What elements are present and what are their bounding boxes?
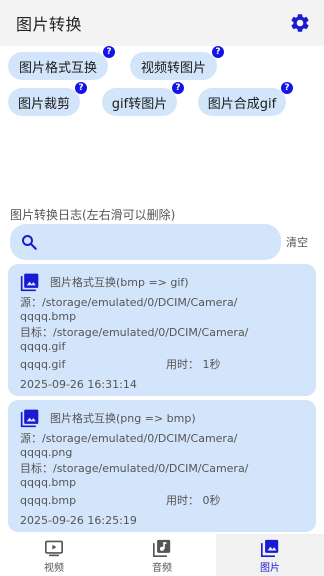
- log-entry-card[interactable]: 图片格式互换(png => bmp) 源：/storage/emulated/0…: [8, 400, 316, 532]
- duration: 用时： 1秒: [166, 358, 221, 371]
- source-file: qqqq.png: [20, 446, 73, 459]
- search-input[interactable]: [48, 234, 268, 250]
- nav-label: 图片: [260, 563, 280, 574]
- help-icon[interactable]: ?: [212, 46, 224, 58]
- target-path: /storage/emulated/0/DCIM/Camera/: [53, 326, 249, 339]
- timestamp: 2025-09-26 16:25:19: [20, 514, 137, 527]
- output-name: qqqq.bmp: [20, 494, 77, 507]
- feature-crop-button[interactable]: 图片裁剪 ?: [8, 82, 87, 116]
- log-title: 图片转换日志(左右滑可以删除): [10, 208, 176, 222]
- feature-label: 图片裁剪: [17, 96, 70, 112]
- help-icon[interactable]: ?: [103, 46, 115, 58]
- target-label: 目标：: [20, 462, 53, 475]
- feature-label: gif转图片: [111, 96, 168, 112]
- nav-item-audio[interactable]: 音频: [108, 534, 216, 576]
- image-icon: [261, 539, 279, 557]
- duration: 用时： 0秒: [166, 494, 221, 507]
- nav-item-video[interactable]: 视频: [0, 534, 108, 576]
- image-icon: [20, 273, 39, 292]
- output-name: qqqq.gif: [20, 358, 66, 371]
- feature-gif-to-image-button[interactable]: gif转图片 ?: [102, 82, 184, 116]
- image-icon: [20, 409, 39, 428]
- search-icon: [22, 235, 37, 250]
- target-label: 目标：: [20, 326, 53, 339]
- help-icon[interactable]: ?: [75, 82, 87, 94]
- settings-button[interactable]: [288, 11, 312, 35]
- source-file: qqqq.bmp: [20, 310, 77, 323]
- music-icon: [153, 539, 171, 557]
- app-title: 图片转换: [16, 15, 83, 34]
- clear-button[interactable]: 清空: [286, 234, 308, 250]
- gear-icon: [291, 14, 309, 32]
- operation-label: 图片格式互换(png => bmp): [50, 412, 196, 425]
- nav-label: 视频: [44, 563, 64, 574]
- search-row: 清空: [0, 222, 324, 262]
- bottom-nav: 视频 音频 图片: [0, 534, 324, 576]
- source-path: /storage/emulated/0/DCIM/Camera/: [42, 296, 238, 309]
- feature-label: 图片合成gif: [207, 96, 277, 112]
- target-file: qqqq.gif: [20, 340, 66, 353]
- app-bar: 图片转换: [0, 0, 324, 46]
- timestamp: 2025-09-26 16:31:14: [20, 378, 137, 391]
- feature-label: 图片格式互换: [18, 60, 97, 76]
- nav-label: 音频: [152, 563, 172, 574]
- source-path: /storage/emulated/0/DCIM/Camera/: [42, 432, 238, 445]
- video-icon: [45, 540, 63, 557]
- source-label: 源：: [20, 296, 42, 309]
- help-icon[interactable]: ?: [281, 82, 293, 94]
- feature-video-to-image-button[interactable]: 视频转图片 ?: [130, 46, 224, 80]
- target-path: /storage/emulated/0/DCIM/Camera/: [53, 462, 249, 475]
- source-label: 源：: [20, 432, 42, 445]
- feature-area: 图片格式互换 ? 视频转图片 ? 图片裁剪 ? gif转图片 ? 图片合成gif…: [0, 46, 324, 206]
- operation-label: 图片格式互换(bmp => gif): [50, 276, 189, 289]
- feature-label: 视频转图片: [140, 60, 206, 76]
- feature-format-convert-button[interactable]: 图片格式互换 ?: [8, 46, 115, 80]
- log-entry-card[interactable]: 图片格式互换(bmp => gif) 源：/storage/emulated/0…: [8, 264, 316, 396]
- search-box[interactable]: [10, 224, 281, 260]
- target-file: qqqq.bmp: [20, 476, 77, 489]
- feature-compose-gif-button[interactable]: 图片合成gif ?: [198, 82, 293, 116]
- help-icon[interactable]: ?: [172, 82, 184, 94]
- nav-item-image[interactable]: 图片: [216, 534, 324, 576]
